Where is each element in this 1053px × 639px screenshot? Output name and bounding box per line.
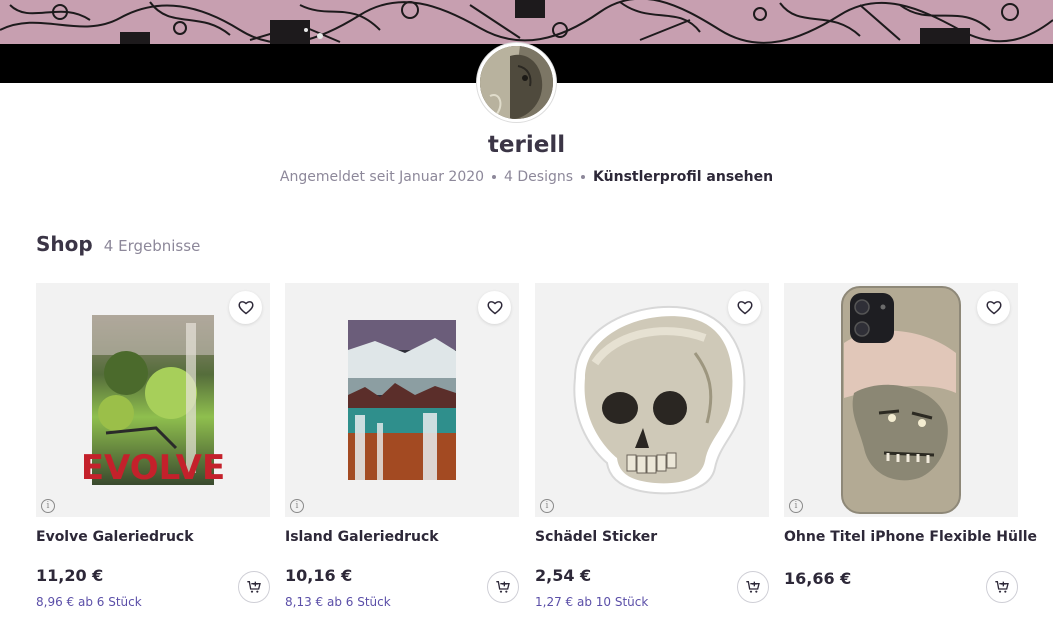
product-price: 2,54 €: [535, 566, 592, 585]
product-price: 11,20 €: [36, 566, 104, 585]
add-to-cart-icon: [746, 581, 760, 593]
product-card[interactable]: i Island Galeriedruck 10,16 € 8,13 € ab …: [285, 283, 519, 623]
member-since: Angemeldet seit Januar 2020: [279, 169, 485, 185]
add-to-cart-button[interactable]: [986, 571, 1018, 603]
product-card[interactable]: EVOLVE i Evolve Galeriedruck 11,20 € 8,9…: [36, 283, 270, 623]
favorite-button[interactable]: [728, 291, 761, 324]
add-to-cart-button[interactable]: [737, 571, 769, 603]
add-to-cart-icon: [995, 581, 1009, 593]
separator-dot: [492, 175, 497, 179]
evolve-art-text: EVOLVE: [81, 448, 225, 488]
product-name[interactable]: Evolve Galeriedruck: [36, 529, 194, 545]
info-icon[interactable]: i: [540, 499, 554, 513]
product-image[interactable]: i: [784, 283, 1018, 517]
heart-icon: [237, 301, 254, 315]
product-price: 10,16 €: [285, 566, 353, 585]
profile-meta: Angemeldet seit Januar 2020 4 Designs Küns…: [0, 169, 1053, 185]
add-to-cart-button[interactable]: [487, 571, 519, 603]
profile-username: teriell: [487, 132, 566, 158]
shop-title: Shop: [36, 232, 93, 256]
avatar[interactable]: [477, 43, 556, 122]
favorite-button[interactable]: [229, 291, 262, 324]
add-to-cart-icon: [247, 581, 261, 593]
product-image[interactable]: i: [285, 283, 519, 517]
separator-dot: [581, 175, 586, 179]
artist-profile-link[interactable]: Künstlerprofil ansehen: [593, 169, 773, 185]
bulk-price: 8,13 € ab 6 Stück: [285, 595, 391, 609]
product-name[interactable]: Ohne Titel iPhone Flexible Hülle: [784, 529, 1037, 545]
product-image[interactable]: i: [535, 283, 769, 517]
add-to-cart-button[interactable]: [238, 571, 270, 603]
info-icon[interactable]: i: [41, 499, 55, 513]
product-card[interactable]: i Ohne Titel iPhone Flexible Hülle 16,66…: [784, 283, 1037, 623]
product-name[interactable]: Schädel Sticker: [535, 529, 657, 545]
favorite-button[interactable]: [478, 291, 511, 324]
heart-icon: [486, 301, 503, 315]
product-card[interactable]: i Schädel Sticker 2,54 € 1,27 € ab 10 St…: [535, 283, 769, 623]
shop-header: Shop 4 Ergebnisse: [36, 232, 200, 256]
profile-banner: [0, 0, 1053, 44]
info-icon[interactable]: i: [290, 499, 304, 513]
heart-icon: [736, 301, 753, 315]
product-name[interactable]: Island Galeriedruck: [285, 529, 439, 545]
bulk-price: 1,27 € ab 10 Stück: [535, 595, 649, 609]
add-to-cart-icon: [496, 581, 510, 593]
shop-results-count: 4 Ergebnisse: [103, 237, 201, 255]
bulk-price: 8,96 € ab 6 Stück: [36, 595, 142, 609]
product-price: 16,66 €: [784, 569, 852, 588]
designs-count: 4 Designs: [504, 169, 574, 185]
favorite-button[interactable]: [977, 291, 1010, 324]
info-icon[interactable]: i: [789, 499, 803, 513]
product-image[interactable]: EVOLVE i: [36, 283, 270, 517]
heart-icon: [985, 301, 1002, 315]
